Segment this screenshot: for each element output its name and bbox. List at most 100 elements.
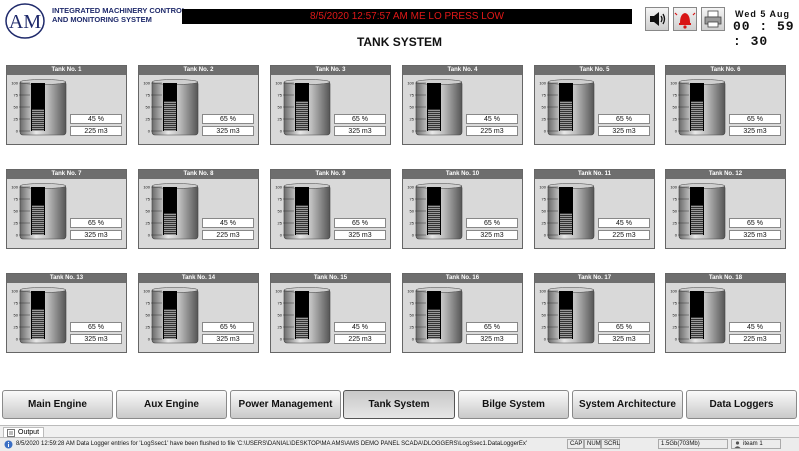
tank-panel[interactable]: Tank No. 2 100 75 50 25 0 65 % 325 m3 (138, 65, 259, 145)
gauge-tick-label: 25 (146, 325, 151, 330)
tank-percent-readout: 65 % (202, 114, 254, 124)
gauge-tick-label: 0 (16, 337, 19, 342)
tank-volume-readout: 225 m3 (598, 230, 650, 240)
nav-system-architecture-button[interactable]: System Architecture (572, 390, 683, 419)
tank-panel[interactable]: Tank No. 13 100 75 50 25 0 65 % 325 m3 (6, 273, 127, 353)
gauge-tick-label: 25 (278, 221, 283, 226)
tank-panel[interactable]: Tank No. 6 100 75 50 25 0 65 % 325 m3 (665, 65, 786, 145)
gauge-tick-label: 100 (11, 289, 18, 294)
gauge-tick-label: 100 (670, 185, 677, 190)
tank-percent-readout: 65 % (466, 218, 518, 228)
tank-title: Tank No. 2 (139, 66, 258, 75)
gauge-tick-label: 75 (278, 93, 283, 98)
gauge-tick-label: 50 (146, 209, 151, 214)
tank-title: Tank No. 12 (666, 170, 785, 179)
gauge-tick-label: 100 (539, 289, 546, 294)
tank-level-fill (560, 309, 572, 339)
printer-icon[interactable] (701, 7, 725, 31)
gauge-tick-label: 100 (275, 185, 282, 190)
tank-gauge: 100 75 50 25 0 (11, 183, 67, 240)
gauge-tick-label: 25 (542, 325, 547, 330)
tank-panel[interactable]: Tank No. 9 100 75 50 25 0 65 % 325 m3 (270, 169, 391, 249)
output-icon (7, 429, 15, 437)
tank-panel[interactable]: Tank No. 4 100 75 50 25 0 45 % 225 m3 (402, 65, 523, 145)
gauge-tick-label: 100 (11, 81, 18, 86)
svg-text:AM: AM (9, 11, 41, 33)
gauge-tick-label: 25 (146, 221, 151, 226)
tank-percent-readout: 65 % (598, 114, 650, 124)
tank-panel[interactable]: Tank No. 8 100 75 50 25 0 45 % 225 m3 (138, 169, 259, 249)
gauge-tick-label: 0 (544, 337, 547, 342)
gauge-tick-label: 75 (410, 93, 415, 98)
gauge-tick-label: 50 (542, 105, 547, 110)
tank-panel[interactable]: Tank No. 11 100 75 50 25 0 45 % 225 m3 (534, 169, 655, 249)
gauge-tick-label: 50 (146, 105, 151, 110)
alarm-message-bar[interactable]: 8/5/2020 12:57:57 AM ME LO PRESS LOW (182, 9, 632, 24)
gauge-tick-label: 100 (539, 81, 546, 86)
gauge-tick-label: 0 (544, 233, 547, 238)
tank-percent-readout: 45 % (202, 218, 254, 228)
tank-volume-readout: 325 m3 (466, 334, 518, 344)
tank-panel[interactable]: Tank No. 16 100 75 50 25 0 65 % 325 m3 (402, 273, 523, 353)
nav-bilge-system-button[interactable]: Bilge System (458, 390, 569, 419)
tank-level-fill (428, 205, 440, 235)
header: AM INTEGRATED MACHINERY CONTROL AND MONI… (0, 0, 799, 56)
tank-panel[interactable]: Tank No. 14 100 75 50 25 0 65 % 325 m3 (138, 273, 259, 353)
tank-panel[interactable]: Tank No. 3 100 75 50 25 0 65 % 325 m3 (270, 65, 391, 145)
tank-panel[interactable]: Tank No. 1 100 75 50 25 0 45 % 225 m3 (6, 65, 127, 145)
nav-aux-engine-button[interactable]: Aux Engine (116, 390, 227, 419)
tank-level-column (295, 291, 309, 339)
output-tab-label: Output (18, 429, 40, 436)
gauge-tick-label: 75 (146, 301, 151, 306)
alarm-bell-icon[interactable] (673, 7, 697, 31)
tank-level-fill (560, 101, 572, 131)
tank-volume-readout: 225 m3 (334, 334, 386, 344)
tank-volume-readout: 325 m3 (334, 230, 386, 240)
tank-percent-readout: 65 % (598, 322, 650, 332)
tank-gauge: 100 75 50 25 0 (11, 287, 67, 344)
gauge-tick-label: 75 (410, 197, 415, 202)
tank-gauge: 100 75 50 25 0 (143, 287, 199, 344)
gauge-tick-label: 75 (146, 197, 151, 202)
nav-power-management-button[interactable]: Power Management (230, 390, 341, 419)
tank-title: Tank No. 7 (7, 170, 126, 179)
gauge-tick-label: 100 (670, 289, 677, 294)
gauge-tick-label: 0 (16, 233, 19, 238)
tank-volume-readout: 325 m3 (729, 126, 781, 136)
nav-data-loggers-button[interactable]: Data Loggers (686, 390, 797, 419)
tank-panel[interactable]: Tank No. 10 100 75 50 25 0 65 % 325 m3 (402, 169, 523, 249)
tank-gauge: 100 75 50 25 0 (275, 183, 331, 240)
tank-panel[interactable]: Tank No. 5 100 75 50 25 0 65 % 325 m3 (534, 65, 655, 145)
gauge-tick-label: 0 (148, 337, 151, 342)
tank-panel[interactable]: Tank No. 18 100 75 50 25 0 45 % 225 m3 (665, 273, 786, 353)
tank-panel[interactable]: Tank No. 12 100 75 50 25 0 65 % 325 m3 (665, 169, 786, 249)
tank-title: Tank No. 17 (535, 274, 654, 283)
nav-main-engine-button[interactable]: Main Engine (2, 390, 113, 419)
tank-percent-readout: 65 % (334, 218, 386, 228)
gauge-tick-label: 25 (410, 221, 415, 226)
tank-panel[interactable]: Tank No. 7 100 75 50 25 0 65 % 325 m3 (6, 169, 127, 249)
tank-panel[interactable]: Tank No. 15 100 75 50 25 0 45 % 225 m3 (270, 273, 391, 353)
gauge-tick-label: 0 (280, 129, 283, 134)
tank-level-column (690, 291, 704, 339)
tank-level-column (31, 291, 45, 339)
page-title: TANK SYSTEM (356, 35, 443, 49)
gauge-tick-label: 0 (148, 233, 151, 238)
tank-level-column (559, 291, 573, 339)
gauge-tick-label: 50 (146, 313, 151, 318)
tank-volume-readout: 325 m3 (598, 334, 650, 344)
nav-tank-system-button[interactable]: Tank System (343, 390, 455, 419)
gauge-tick-label: 25 (673, 325, 678, 330)
tank-volume-readout: 225 m3 (70, 126, 122, 136)
gauge-tick-label: 100 (11, 185, 18, 190)
tank-title: Tank No. 14 (139, 274, 258, 283)
tank-panel[interactable]: Tank No. 17 100 75 50 25 0 65 % 325 m3 (534, 273, 655, 353)
gauge-tick-label: 25 (410, 325, 415, 330)
speaker-icon[interactable] (645, 7, 669, 31)
tank-level-fill (32, 309, 44, 339)
gauge-tick-label: 0 (16, 129, 19, 134)
tank-volume-readout: 225 m3 (729, 334, 781, 344)
tank-grid: Tank No. 1 100 75 50 25 0 45 % 225 m3 Tank No. 2… (6, 65, 794, 375)
gauge-tick-label: 50 (542, 313, 547, 318)
gauge-tick-label: 100 (407, 81, 414, 86)
